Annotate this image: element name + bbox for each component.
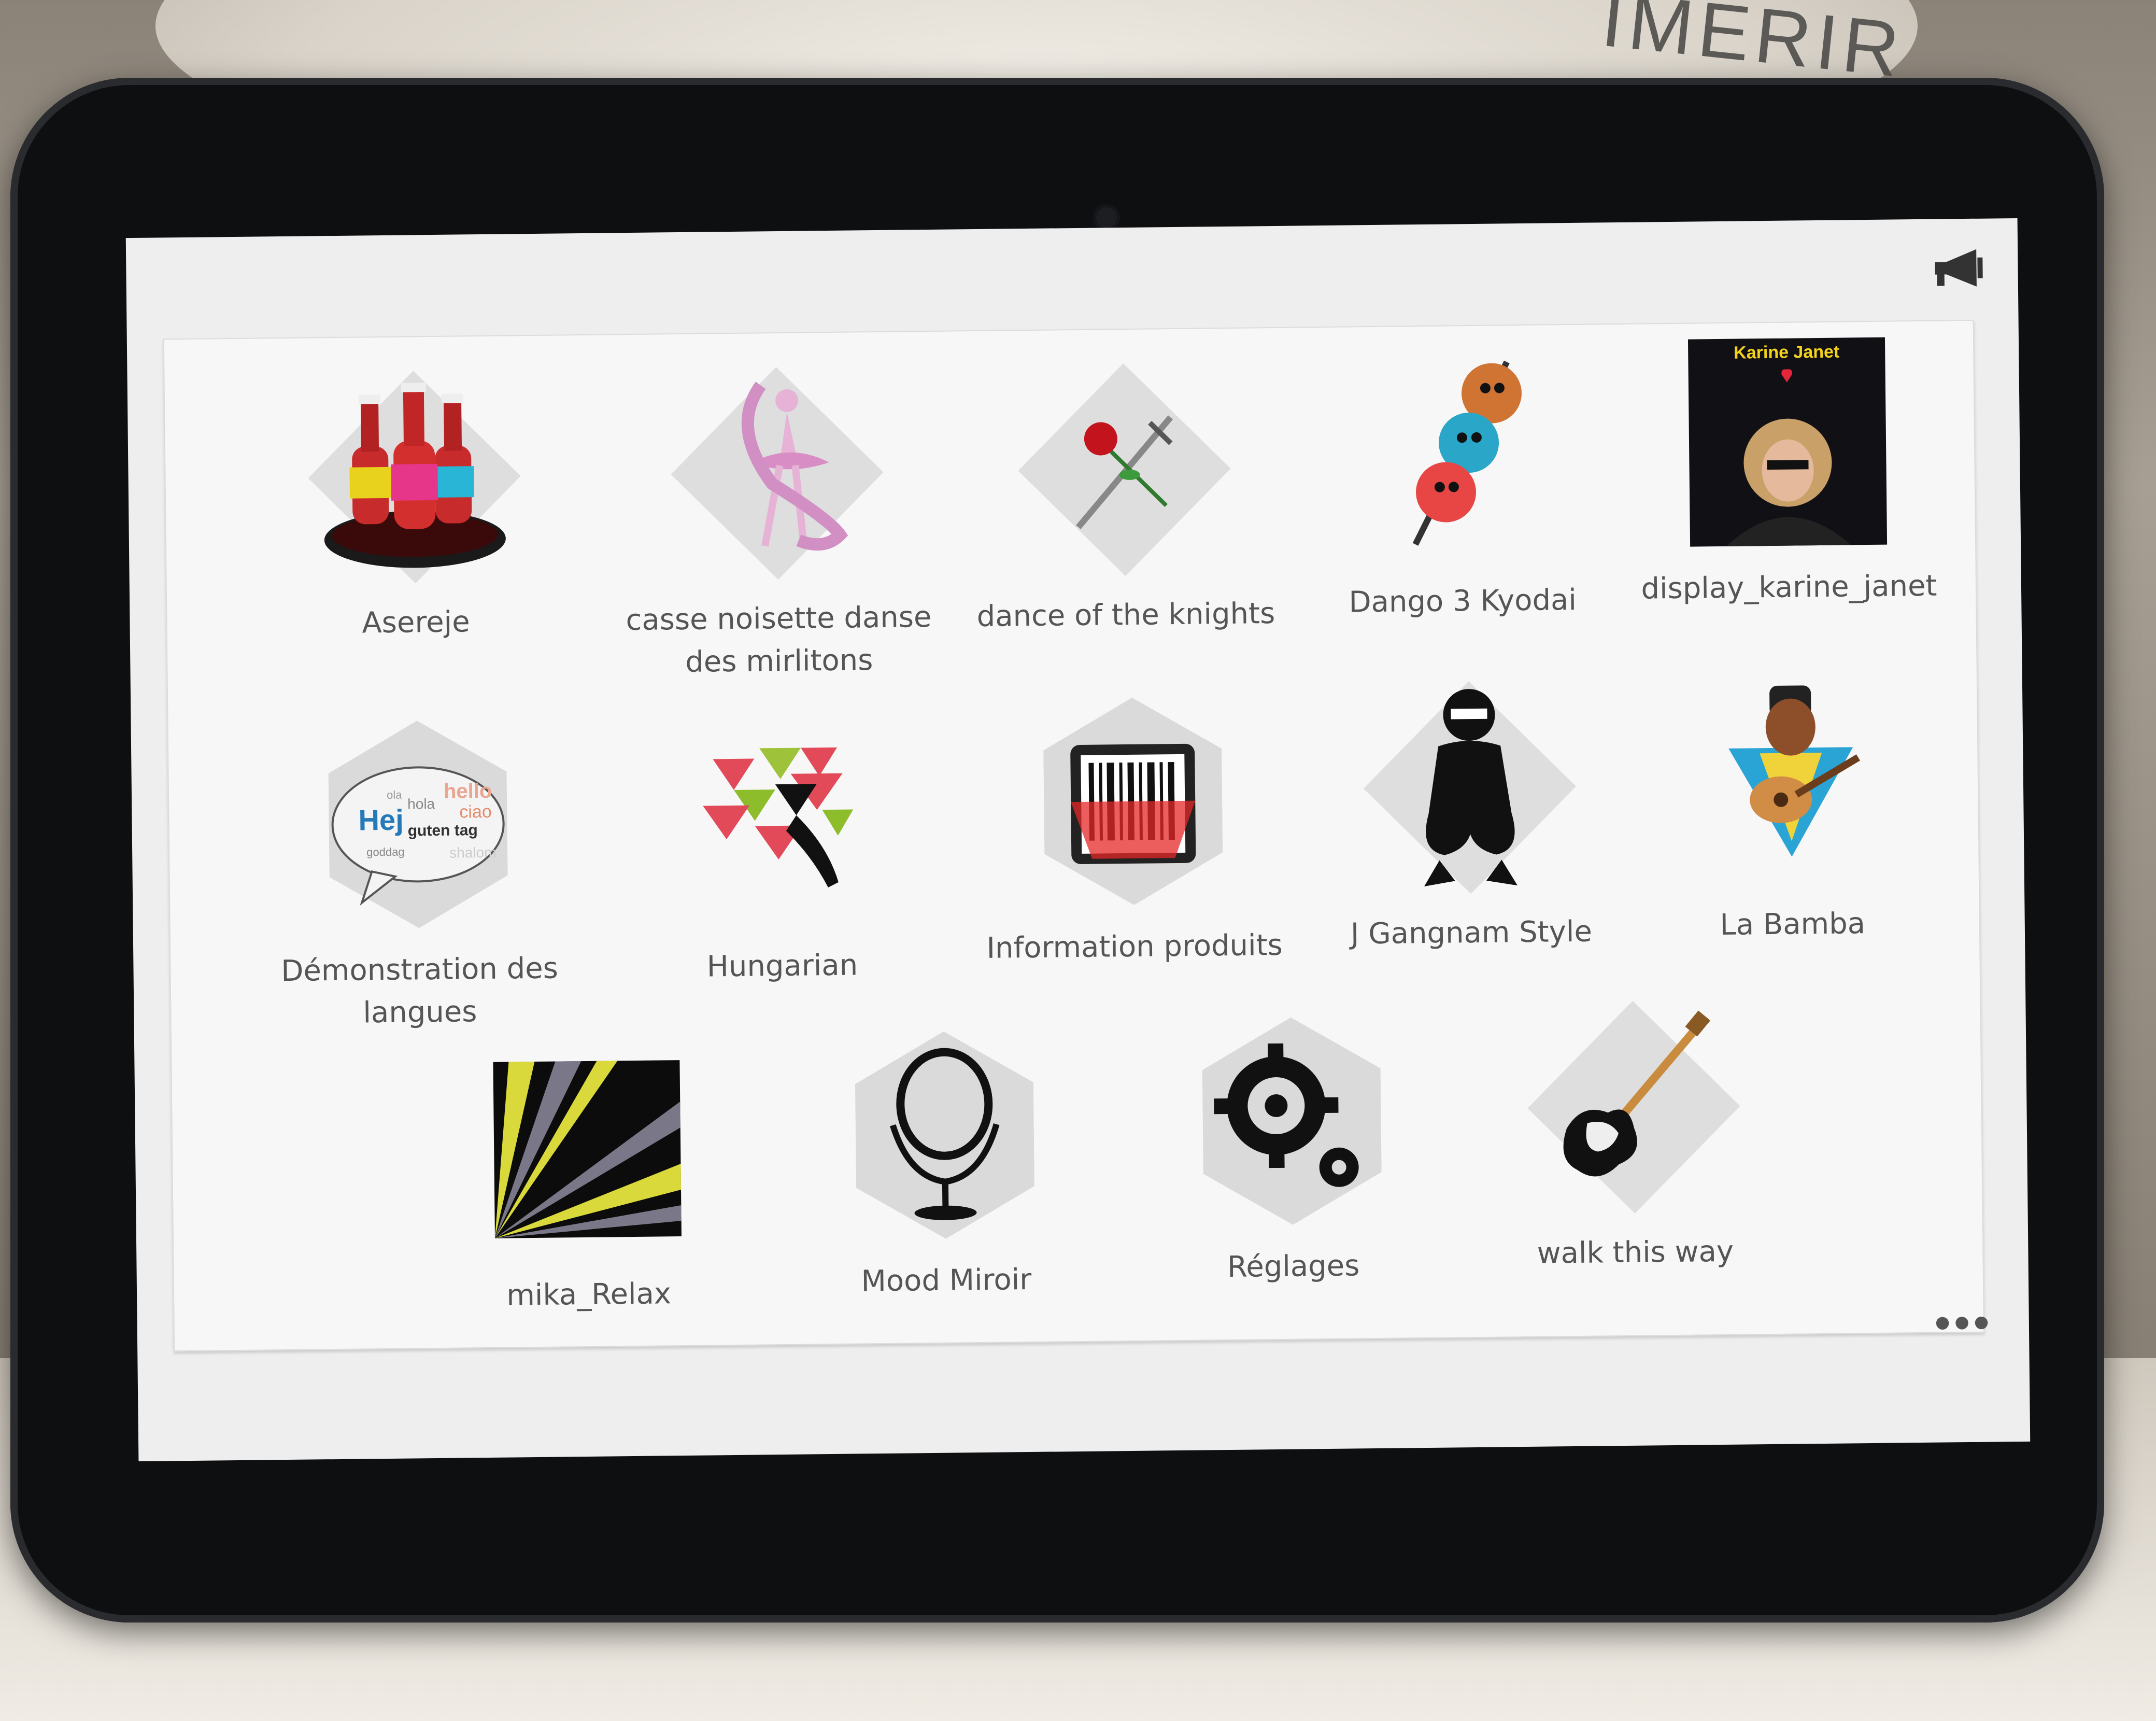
app-demo-langues[interactable]: Hej guten tag ciao hello hola ola goddag… xyxy=(251,714,586,1036)
app-la-bamba[interactable]: La Bamba xyxy=(1624,668,1959,948)
app-asereje[interactable]: Asereje xyxy=(247,366,582,646)
svg-text:goddag: goddag xyxy=(366,845,405,859)
poster-title: Karine Janet xyxy=(1734,342,1839,363)
app-gangnam[interactable]: J Gangnam Style xyxy=(1303,677,1638,956)
more-options-button[interactable]: ••• xyxy=(1934,1297,1993,1349)
ballerina-icon xyxy=(667,363,887,583)
svg-text:ola: ola xyxy=(387,788,402,801)
app-label: dance of the knights xyxy=(976,596,1275,634)
mirror-icon xyxy=(835,1025,1055,1245)
svg-text:ciao: ciao xyxy=(459,802,492,822)
app-label: casse noisette danse des mirlitons xyxy=(626,600,932,679)
app-hungarian[interactable]: Hungarian xyxy=(614,710,948,990)
triangles-dancer-icon xyxy=(671,711,890,930)
app-label: Information produits xyxy=(986,928,1283,965)
apps-panel: Asereje casse noisette danse des mirlito… xyxy=(163,319,1985,1352)
dango-skewer-icon xyxy=(1351,346,1571,566)
app-label: Dango 3 Kyodai xyxy=(1349,583,1577,619)
app-label: Hungarian xyxy=(706,948,858,984)
app-reglages[interactable]: Réglages xyxy=(1125,1010,1460,1290)
speech-bubble-languages-icon: Hej guten tag ciao hello hola ola goddag… xyxy=(308,714,528,934)
svg-text:shalom: shalom xyxy=(449,844,497,861)
app-label: mika_Relax xyxy=(506,1277,672,1313)
barcode-scanner-icon xyxy=(1023,692,1243,911)
launcher-screen: Asereje casse noisette danse des mirlito… xyxy=(125,218,2031,1462)
app-information-produits[interactable]: Information produits xyxy=(966,691,1301,970)
app-label: Démonstration des langues xyxy=(280,951,559,1030)
app-dance-knights[interactable]: dance of the knights xyxy=(957,359,1292,639)
karine-janet-poster-icon: Karine Janet xyxy=(1678,332,1897,552)
svg-text:guten tag: guten tag xyxy=(408,822,478,839)
app-label: Mood Miroir xyxy=(861,1262,1032,1299)
svg-text:hello: hello xyxy=(444,780,492,803)
rose-sword-icon xyxy=(1014,360,1234,580)
app-display-karine-janet[interactable]: Karine Janet display_karine_janet xyxy=(1621,331,1955,611)
svg-text:Hej: Hej xyxy=(358,803,404,837)
app-label: Réglages xyxy=(1227,1249,1360,1285)
app-label: display_karine_janet xyxy=(1641,569,1937,606)
app-mika-relax[interactable]: mika_Relax xyxy=(420,1039,755,1318)
app-mood-miroir[interactable]: Mood Miroir xyxy=(778,1024,1113,1304)
app-dango[interactable]: Dango 3 Kyodai xyxy=(1294,345,1629,625)
camera xyxy=(1096,207,1117,228)
app-label: La Bamba xyxy=(1720,907,1866,942)
app-casse-noisette[interactable]: casse noisette danse des mirlitons xyxy=(610,363,945,685)
gangnam-dancer-icon xyxy=(1360,678,1580,897)
megaphone-icon[interactable] xyxy=(1930,247,1987,289)
app-label: J Gangnam Style xyxy=(1350,914,1593,951)
guitar-player-icon xyxy=(1681,669,1901,888)
light-rays-icon xyxy=(477,1039,697,1259)
gears-icon xyxy=(1182,1011,1402,1231)
electric-guitar-icon xyxy=(1524,997,1743,1217)
svg-text:hola: hola xyxy=(407,796,435,812)
app-label: walk this way xyxy=(1537,1234,1734,1271)
ketchup-bottles-icon xyxy=(304,367,524,587)
app-label: Asereje xyxy=(362,605,470,640)
app-walk-this-way[interactable]: walk this way xyxy=(1467,996,1802,1276)
